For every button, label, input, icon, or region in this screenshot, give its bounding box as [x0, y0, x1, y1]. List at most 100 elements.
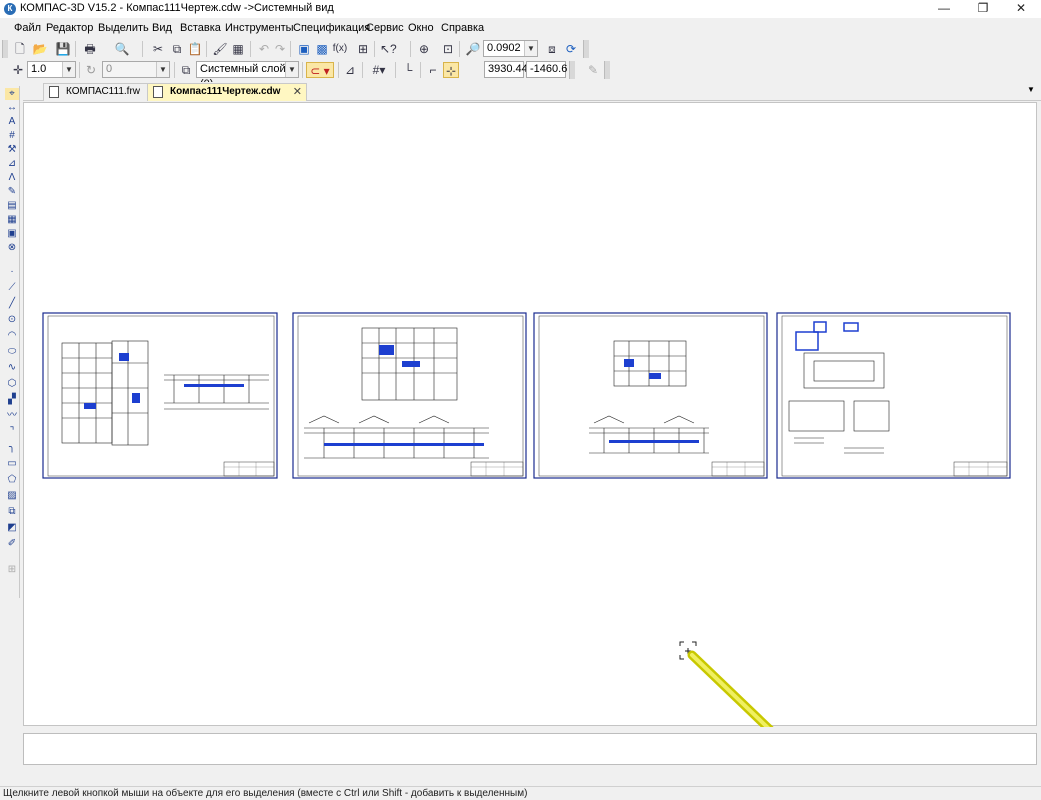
close-button[interactable]: ✕: [1004, 0, 1038, 18]
menu-window[interactable]: Окно: [408, 22, 434, 34]
polygon-icon[interactable]: ⬠: [5, 474, 19, 486]
print-settings-icon[interactable]: ✎: [585, 62, 601, 78]
rectangle-icon[interactable]: ▭: [5, 458, 19, 470]
preview-icon[interactable]: 🔍: [114, 41, 130, 57]
toolbar-grip[interactable]: [583, 40, 589, 58]
help-cursor-icon[interactable]: ↖?: [380, 41, 397, 57]
zoom-scale-combo[interactable]: 0.0902 ▼: [483, 40, 538, 57]
fillet-icon[interactable]: ╮: [5, 442, 19, 454]
tab-menu-arrow-icon[interactable]: ▼: [1027, 85, 1035, 94]
copy-icon[interactable]: ⧉: [169, 41, 185, 57]
restore-button[interactable]: ❐: [966, 0, 1000, 18]
sheet-1[interactable]: [42, 312, 278, 479]
dimensions-icon[interactable]: ↔: [5, 102, 19, 114]
menu-tools[interactable]: Инструменты: [225, 22, 294, 34]
insert-icon[interactable]: ▣: [5, 228, 19, 240]
hatch-icon[interactable]: ▨: [5, 490, 19, 502]
menu-file[interactable]: Файл: [14, 22, 41, 34]
chevron-down-icon[interactable]: ▼: [62, 62, 75, 77]
chevron-down-icon[interactable]: ▼: [156, 62, 169, 77]
notation-icon[interactable]: A: [5, 116, 19, 128]
menu-specification[interactable]: Спецификация: [293, 22, 370, 34]
point-icon[interactable]: ·: [5, 266, 19, 278]
menu-insert[interactable]: Вставка: [180, 22, 221, 34]
variables-icon[interactable]: f(x): [332, 41, 348, 57]
toolbar-grip[interactable]: [604, 61, 610, 79]
sheet-3[interactable]: [533, 312, 768, 479]
cut-icon[interactable]: ✂: [150, 41, 166, 57]
parametrization-icon[interactable]: ⚒: [5, 144, 19, 156]
menu-view[interactable]: Вид: [152, 22, 172, 34]
angle-combo[interactable]: 0 ▼: [102, 61, 170, 78]
layers-icon[interactable]: ⧉: [178, 62, 194, 78]
sheet-2[interactable]: [292, 312, 527, 479]
print-icon[interactable]: 🖶: [82, 41, 98, 57]
tab-kompas111-frw[interactable]: КОМПАС111.frw: [43, 83, 153, 101]
properties-icon[interactable]: ▦: [230, 41, 246, 57]
measure-icon[interactable]: ⊿: [5, 158, 19, 170]
coord-x-field[interactable]: 3930.44: [484, 61, 528, 78]
chevron-down-icon[interactable]: ▼: [285, 62, 298, 77]
save-icon[interactable]: 💾: [55, 41, 71, 57]
fill-icon[interactable]: ◩: [5, 522, 19, 534]
select-icon[interactable]: Λ: [5, 172, 19, 184]
chamfer-icon[interactable]: ⌝: [5, 426, 19, 438]
spline-icon[interactable]: ∿: [5, 362, 19, 374]
polyline-icon[interactable]: ⬡: [5, 378, 19, 390]
redo-icon[interactable]: ↷: [272, 41, 288, 57]
orto-icon[interactable]: ⊿: [342, 62, 358, 78]
spec-icon[interactable]: ▤: [5, 200, 19, 212]
arc-icon[interactable]: ◠: [5, 330, 19, 342]
zoom-fit-icon[interactable]: ⊡: [440, 41, 456, 57]
angle-icon[interactable]: ↻: [83, 62, 99, 78]
local-cs-icon[interactable]: └: [400, 62, 416, 78]
toolbar-grip[interactable]: [569, 61, 575, 79]
step-combo[interactable]: 1.0 ▼: [27, 61, 76, 78]
copy-objects-icon[interactable]: ⧉: [5, 506, 19, 518]
coord-y-field[interactable]: -1460.6: [526, 61, 567, 78]
zoom-icon[interactable]: 🔎: [465, 41, 481, 57]
command-line-panel[interactable]: [23, 733, 1037, 765]
segment-icon[interactable]: ╱: [5, 298, 19, 310]
point-snap-icon[interactable]: ✛: [10, 62, 26, 78]
new-document-icon[interactable]: 🗋: [12, 41, 28, 57]
layout-icon[interactable]: ⧈: [544, 41, 560, 57]
format-brush-icon[interactable]: 🖌: [212, 41, 228, 57]
library-panel-icon[interactable]: ⊗: [5, 242, 19, 254]
open-icon[interactable]: 📂: [32, 41, 48, 57]
tab-kompas111-cdw[interactable]: Компас111Чертеж.cdw ✕: [147, 83, 307, 101]
calculator-icon[interactable]: ⊞: [355, 41, 371, 57]
contour-icon[interactable]: ▞: [5, 394, 19, 406]
grid-icon[interactable]: #▾: [367, 62, 391, 78]
auxiliary-line-icon[interactable]: ⟋: [5, 282, 19, 294]
undo-icon[interactable]: ↶: [256, 41, 272, 57]
refresh-icon[interactable]: ⟳: [563, 41, 579, 57]
paste-icon[interactable]: 📋: [187, 41, 203, 57]
layer-combo[interactable]: Системный слой (0) ▼: [196, 61, 299, 90]
zoom-window-icon[interactable]: ⊕: [416, 41, 432, 57]
menu-help[interactable]: Справка: [441, 22, 484, 34]
drawing-canvas[interactable]: [23, 102, 1037, 727]
edit-icon[interactable]: #: [5, 130, 19, 142]
snap-magnet-icon[interactable]: ⊂ ▾: [306, 62, 334, 78]
collection-icon[interactable]: ⊞: [5, 564, 19, 576]
toolbar-grip[interactable]: [2, 40, 8, 58]
geometry-icon[interactable]: ⌖: [5, 88, 19, 100]
sheet-4[interactable]: [776, 312, 1011, 479]
close-tab-icon[interactable]: ✕: [293, 84, 302, 100]
round-icon[interactable]: ⌐: [425, 62, 441, 78]
library-icon[interactable]: ▩: [314, 41, 330, 57]
bezier-icon[interactable]: 〰: [5, 410, 19, 422]
associative-view-icon[interactable]: ✎: [5, 186, 19, 198]
ellipse-icon[interactable]: ⬭: [5, 346, 19, 358]
menu-select[interactable]: Выделить: [98, 22, 149, 34]
reports-icon[interactable]: ▦: [5, 214, 19, 226]
circle-icon[interactable]: ⊙: [5, 314, 19, 326]
brush-icon[interactable]: ✐: [5, 538, 19, 550]
parameters-icon[interactable]: ⊹: [443, 62, 459, 78]
chevron-down-icon[interactable]: ▼: [524, 41, 537, 56]
minimize-button[interactable]: —: [927, 0, 961, 18]
menu-service[interactable]: Сервис: [366, 22, 404, 34]
manager-icon[interactable]: ▣: [296, 41, 312, 57]
menu-editor[interactable]: Редактор: [46, 22, 93, 34]
